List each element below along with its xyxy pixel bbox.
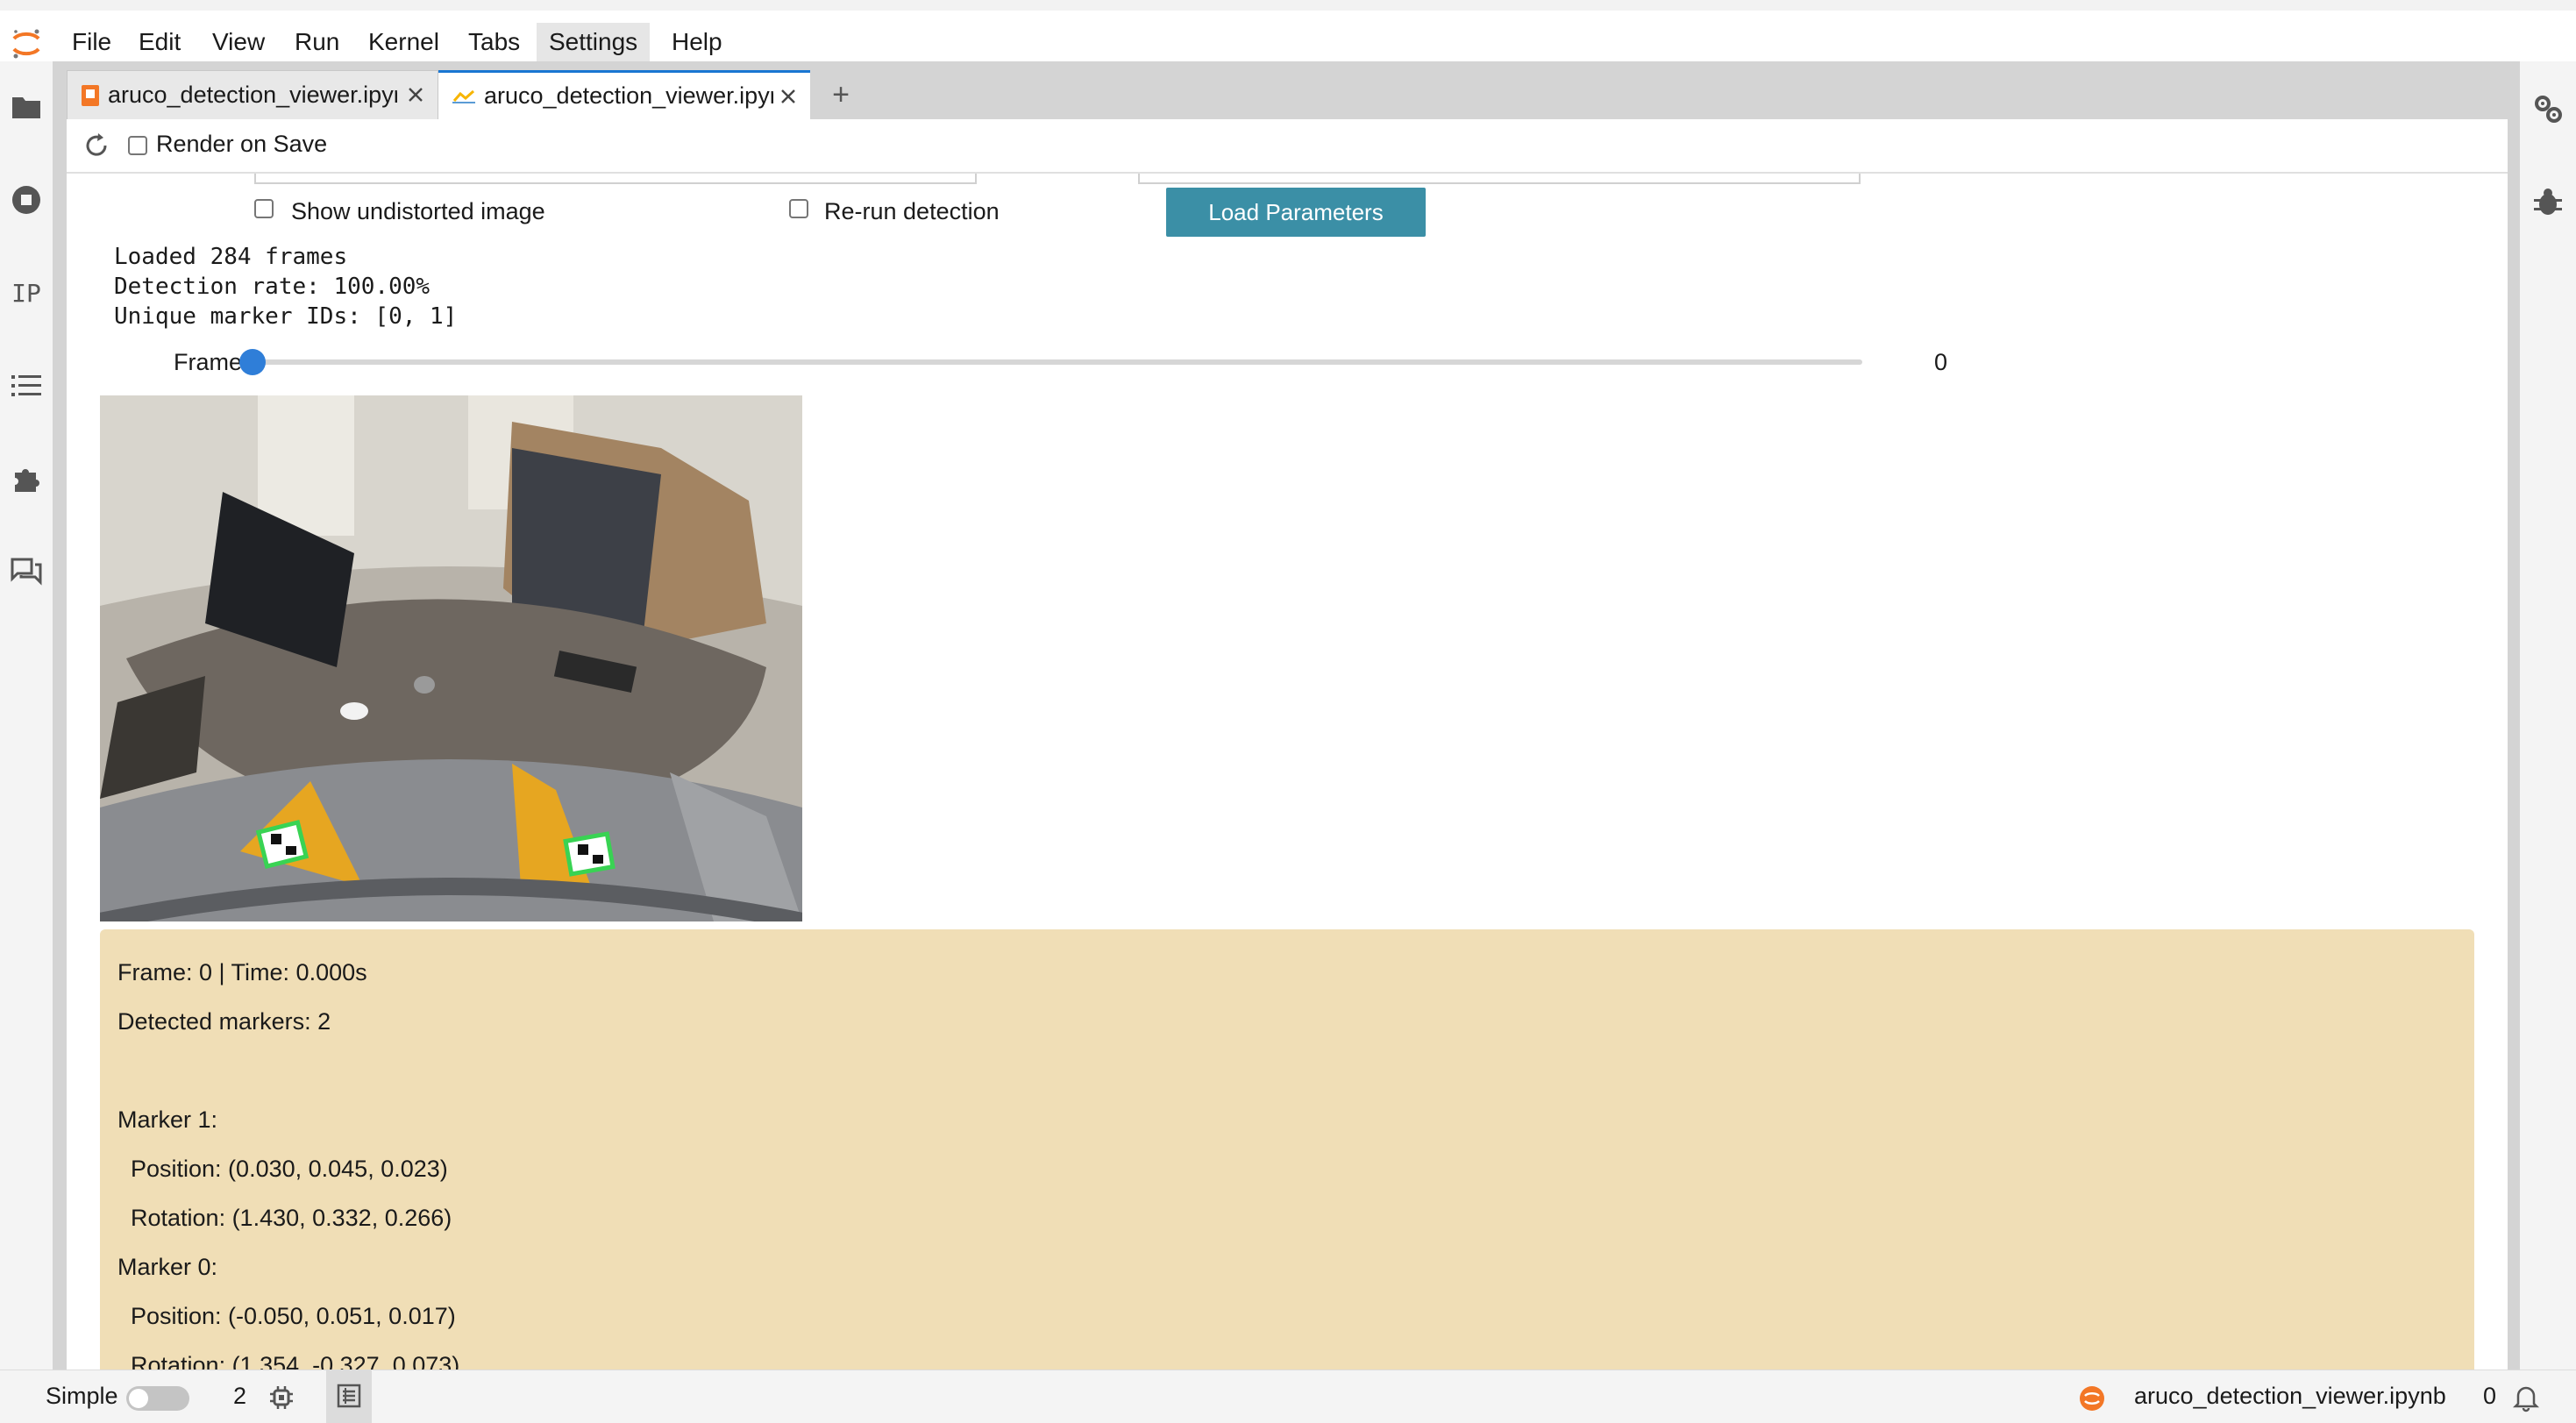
stop-circle-icon[interactable]: [9, 182, 44, 217]
debugger-bug-icon[interactable]: [2530, 184, 2565, 219]
property-gears-icon[interactable]: [2530, 91, 2565, 126]
rerun-detection-label: Re-run detection: [824, 198, 1000, 224]
close-icon[interactable]: [402, 82, 429, 108]
marker-position: Position: (0.030, 0.045, 0.023): [117, 1156, 448, 1182]
table-of-contents-icon[interactable]: [9, 368, 44, 403]
render-on-save-label: Render on Save: [156, 131, 328, 157]
jupyter-logo-icon: [12, 29, 40, 59]
kernel-status-icon: [2080, 1386, 2104, 1411]
menu-view[interactable]: View: [200, 23, 277, 61]
simple-mode-toggle[interactable]: [126, 1386, 189, 1411]
kernel-count: 2: [233, 1383, 247, 1409]
rerun-detection-checkbox[interactable]: [789, 199, 808, 218]
tab-label: aruco_detection_viewer.ipynb: [108, 82, 397, 108]
left-sidebar: IP: [0, 61, 53, 1370]
extension-icon[interactable]: [9, 461, 44, 496]
stdout-line: Detection rate: 100.00%: [114, 274, 431, 300]
marker-rotation: Rotation: (1.430, 0.332, 0.266): [117, 1205, 452, 1231]
marker-rotation: Rotation: (1.354, -0.327, 0.073): [117, 1352, 460, 1370]
cpu-chip-icon[interactable]: [268, 1384, 295, 1411]
bell-icon[interactable]: [2511, 1383, 2541, 1412]
tab-notebook-2[interactable]: aruco_detection_viewer.ipynb: [438, 70, 810, 119]
partial-text-input[interactable]: [1138, 174, 1861, 184]
frame-time-line: Frame: 0 | Time: 0.000s: [117, 959, 367, 985]
menu-bar: File Edit View Run Kernel Tabs Settings …: [0, 0, 2576, 61]
detected-markers-line: Detected markers: 2: [117, 1008, 331, 1035]
status-filename: aruco_detection_viewer.ipynb: [2134, 1383, 2446, 1409]
marker-title: Marker 0:: [117, 1254, 218, 1280]
tab-label: aruco_detection_viewer.ipynb: [484, 82, 773, 109]
stdout-line: Unique marker IDs: [0, 1]: [114, 303, 458, 330]
load-parameters-button[interactable]: Load Parameters: [1166, 188, 1426, 237]
menu-settings[interactable]: Settings: [537, 23, 651, 61]
simple-mode-label: Simple: [46, 1383, 118, 1409]
menu-edit[interactable]: Edit: [126, 23, 193, 61]
chart-line-icon: [452, 89, 475, 103]
frame-slider-value: 0: [1934, 349, 1948, 375]
menu-file[interactable]: File: [60, 23, 124, 61]
log-console-icon: [337, 1384, 361, 1408]
reload-icon[interactable]: [82, 132, 110, 160]
render-on-save-checkbox[interactable]: [128, 136, 147, 155]
show-undistorted-label: Show undistorted image: [291, 198, 545, 224]
tab-bar: aruco_detection_viewer.ipynb aruco_detec…: [67, 70, 2508, 119]
camera-frame-image: [100, 395, 802, 921]
menu-kernel[interactable]: Kernel: [356, 23, 452, 61]
menu-help[interactable]: Help: [659, 23, 735, 61]
menu-tabs[interactable]: Tabs: [456, 23, 532, 61]
folder-icon[interactable]: [9, 89, 44, 125]
document-panel: Render on Save Show undistorted image Re…: [67, 119, 2508, 1370]
notebook-content: Show undistorted image Re-run detection …: [67, 174, 2508, 1370]
marker-info-output: Frame: 0 | Time: 0.000s Detected markers…: [100, 929, 2474, 1370]
cell-stdout: Loaded 284 frames Detection rate: 100.00…: [114, 242, 457, 331]
frame-slider[interactable]: [239, 349, 1862, 375]
frame-slider-label: Frame: [174, 349, 243, 375]
close-icon[interactable]: [775, 83, 801, 110]
chat-icon[interactable]: [9, 554, 44, 589]
slider-handle[interactable]: [239, 349, 266, 375]
right-sidebar: [2520, 61, 2576, 1370]
notification-count: 0: [2483, 1383, 2497, 1409]
marker-title: Marker 1:: [117, 1106, 218, 1133]
add-tab-button[interactable]: +: [817, 70, 865, 119]
show-undistorted-checkbox[interactable]: [254, 199, 274, 218]
marker-position: Position: (-0.050, 0.051, 0.017): [117, 1303, 456, 1329]
property-inspector-icon[interactable]: IP: [9, 275, 44, 310]
log-console-button[interactable]: [326, 1370, 372, 1423]
menu-run[interactable]: Run: [282, 23, 352, 61]
tab-notebook-1[interactable]: aruco_detection_viewer.ipynb: [67, 70, 438, 119]
partial-text-input[interactable]: [254, 174, 977, 184]
status-bar: Simple 2 aruco_detection_viewer.ipynb 0: [0, 1370, 2576, 1423]
viewer-toolbar: Render on Save: [67, 119, 2508, 174]
notebook-icon: [82, 84, 99, 106]
stdout-line: Loaded 284 frames: [114, 244, 348, 270]
